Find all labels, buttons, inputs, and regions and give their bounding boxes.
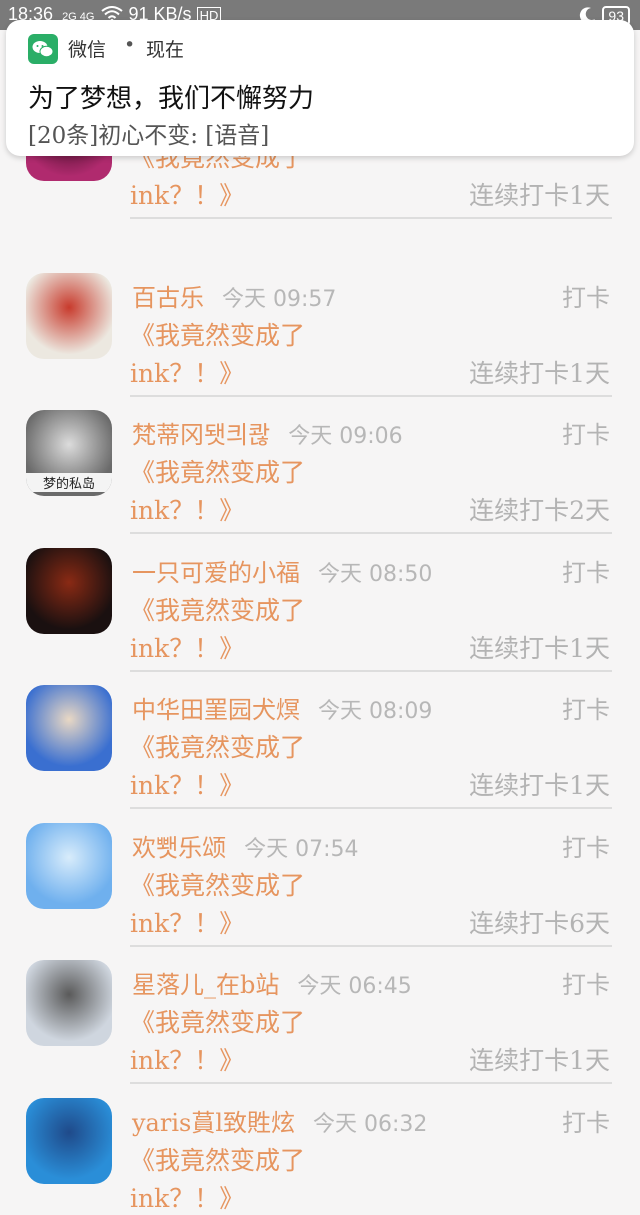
checkin-list: 《我竟然变成了 ink？！》 连续打卡1天 百古乐 今天 09:57 打卡 《我竟然变成了 i…: [0, 0, 640, 1213]
post-time: 今天 07:54: [244, 836, 359, 862]
checkin-label: 打卡: [562, 1108, 610, 1137]
member-name[interactable]: 中华田罣园犬熐 今天 08:09: [132, 690, 432, 725]
avatar[interactable]: [26, 272, 112, 359]
checkin-content-line2[interactable]: ink？！》: [130, 176, 244, 212]
post-time: 今天 08:09: [318, 699, 433, 724]
post-time: 今天 08:50: [318, 561, 433, 587]
member-name-text: 欢뾋乐颂: [132, 833, 227, 862]
post-time: 今天 09:06: [288, 424, 403, 449]
list-item[interactable]: 中华田罣园犬熐 今天 08:09 打卡 《我竟然变成了 ink？！》 连续打卡1天: [0, 658, 640, 809]
checkin-content-line1[interactable]: 《我竟然变成了: [130, 316, 305, 352]
list-item[interactable]: 欢뾋乐颂 今天 07:54 打卡 《我竟然变成了 ink？！》 连续打卡6天: [0, 796, 640, 947]
row-divider: [130, 217, 612, 219]
member-name[interactable]: yaris蒷l致貹炫 今天 06:32: [132, 1103, 427, 1138]
checkin-label: 打卡: [562, 421, 610, 449]
checkin-content-line1[interactable]: 《我竟然变成了: [130, 728, 305, 764]
checkin-content-line1[interactable]: 《我竟然变成了: [130, 591, 305, 627]
member-name[interactable]: 欢뾋乐颂 今天 07:54: [132, 828, 359, 863]
member-name[interactable]: 星落儿_在b站 今天 06:45: [132, 965, 412, 1000]
member-name-text: 一只可爱的小福: [132, 558, 300, 587]
checkin-label: 打卡: [562, 833, 610, 862]
checkin-label: 打卡: [562, 971, 610, 999]
streak-count: 连续打卡1天: [469, 181, 610, 210]
wechat-notification[interactable]: 微信 • 现在 为了梦想，我们不懈努力 [20条]初心不变: [语音]: [6, 20, 634, 156]
notification-time: 现在: [146, 39, 185, 61]
checkin-content-line1[interactable]: 《我竟然变成了: [130, 1141, 305, 1177]
post-time: 今天 06:45: [297, 974, 412, 999]
avatar-caption: 梦的私岛: [26, 473, 112, 492]
checkin-content-line2[interactable]: ink？！》: [130, 1179, 244, 1215]
list-item[interactable]: 一只可爱的小福 今天 08:50 打卡 《我竟然变成了 ink？！》 连续打卡1天: [0, 521, 640, 672]
checkin-label: 打卡: [562, 558, 610, 587]
avatar[interactable]: [26, 960, 112, 1046]
member-name[interactable]: 梵蒂冈됏킈콶 今天 09:06: [132, 415, 403, 450]
avatar[interactable]: [26, 685, 112, 771]
notification-title: 为了梦想，我们不懈努力: [28, 84, 315, 114]
member-name-text: 百古乐: [132, 283, 204, 312]
avatar[interactable]: [26, 822, 112, 909]
member-name-text: 中华田罣园犬熐: [132, 696, 300, 724]
post-time: 今天 06:32: [313, 1111, 428, 1137]
list-item[interactable]: 梦的私岛 梵蒂冈됏킈콶 今天 09:06 打卡 《我竟然变成了 ink？！》 连续打卡2天: [0, 383, 640, 534]
member-name[interactable]: 百古乐 今天 09:57: [132, 278, 336, 313]
checkin-label: 打卡: [562, 283, 610, 312]
checkin-label: 打卡: [562, 696, 610, 724]
list-item[interactable]: 星落儿_在b站 今天 06:45 打卡 《我竟然变成了 ink？！》 连续打卡1天: [0, 933, 640, 1084]
notification-app-name: 微信: [68, 39, 107, 61]
checkin-content-line1[interactable]: 《我竟然变成了: [130, 1003, 305, 1039]
member-name-text: yaris蒷l致貹炫: [132, 1108, 296, 1137]
member-name-text: 星落儿_在b站: [132, 971, 280, 999]
checkin-content-line1[interactable]: 《我竟然变成了: [130, 866, 305, 902]
member-name-text: 梵蒂冈됏킈콶: [132, 421, 271, 449]
list-item[interactable]: yaris蒷l致貹炫 今天 06:32 打卡《我竟然变成了 ink？！》: [0, 1071, 640, 1213]
avatar[interactable]: 梦的私岛: [26, 410, 112, 496]
notification-body: [20条]初心不变: [语音]: [28, 123, 270, 149]
avatar[interactable]: [26, 547, 112, 634]
notification-separator: •: [124, 34, 136, 56]
wechat-icon: [28, 34, 58, 64]
list-item[interactable]: 百古乐 今天 09:57 打卡 《我竟然变成了 ink？！》 连续打卡1天: [0, 246, 640, 397]
avatar[interactable]: [26, 1097, 112, 1184]
post-time: 今天 09:57: [222, 286, 337, 312]
checkin-content-line1[interactable]: 《我竟然变成了: [130, 453, 305, 489]
member-name[interactable]: 一只可爱的小福 今天 08:50: [132, 553, 432, 588]
